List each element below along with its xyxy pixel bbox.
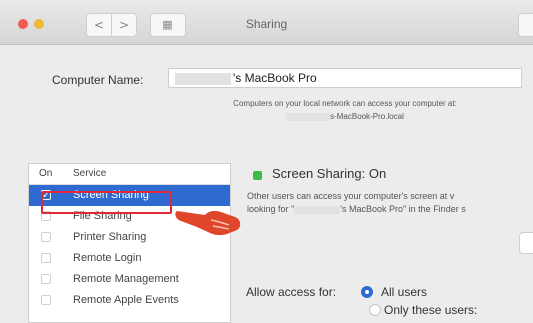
remote-management-checkbox[interactable]	[41, 274, 51, 284]
computer-settings-button[interactable]	[519, 232, 533, 254]
service-row-remote-management[interactable]: Remote Management	[29, 269, 230, 290]
screen-sharing-description: Other users can access your computer's s…	[247, 190, 533, 216]
all-users-label[interactable]: All users	[381, 285, 427, 299]
redacted-name	[175, 72, 231, 85]
service-label: Remote Login	[73, 252, 142, 264]
only-these-users-radio[interactable]	[369, 304, 381, 316]
network-address-note: Computers on your local network can acce…	[170, 97, 520, 123]
computer-name-value: 's MacBook Pro	[233, 71, 317, 85]
window-title: Sharing	[245, 17, 288, 31]
annotation-highlight-box	[41, 191, 172, 214]
description-line2b: 's MacBook Pro" in the Finder s	[340, 204, 466, 214]
service-label: Remote Management	[73, 273, 179, 285]
service-row-remote-apple-events[interactable]: Remote Apple Events	[29, 290, 230, 311]
printer-sharing-checkbox[interactable]	[41, 232, 51, 242]
column-header-on: On	[39, 168, 53, 179]
redacted-host	[286, 112, 331, 121]
computer-name-label: Computer Name:	[52, 73, 144, 87]
redacted-name	[294, 205, 341, 214]
pointing-hand-icon	[175, 211, 241, 236]
service-list-header: On Service	[29, 164, 230, 185]
all-users-radio[interactable]	[361, 286, 373, 298]
search-field[interactable]	[518, 13, 533, 37]
network-note-line2: s-MacBook-Pro.local	[330, 112, 404, 121]
description-line2a: looking for "	[247, 204, 295, 214]
service-row-remote-login[interactable]: Remote Login	[29, 248, 230, 269]
service-label: Printer Sharing	[73, 231, 147, 243]
service-list: On Service Screen Sharing File Sharing P…	[28, 163, 231, 323]
network-note-line1: Computers on your local network can acce…	[233, 99, 457, 108]
allow-access-label: Allow access for:	[246, 285, 337, 299]
description-line1: Other users can access your computer's s…	[247, 191, 455, 201]
only-these-users-label[interactable]: Only these users:	[384, 303, 477, 317]
remote-login-checkbox[interactable]	[41, 253, 51, 263]
screen-sharing-status: Screen Sharing: On	[272, 166, 387, 181]
window-titlebar: < > ▦ Sharing	[0, 0, 533, 45]
column-header-service: Service	[73, 168, 107, 179]
remote-apple-events-checkbox[interactable]	[41, 295, 51, 305]
service-label: Remote Apple Events	[73, 294, 179, 306]
status-indicator-icon	[253, 171, 262, 180]
computer-name-field[interactable]: 's MacBook Pro	[168, 68, 522, 88]
